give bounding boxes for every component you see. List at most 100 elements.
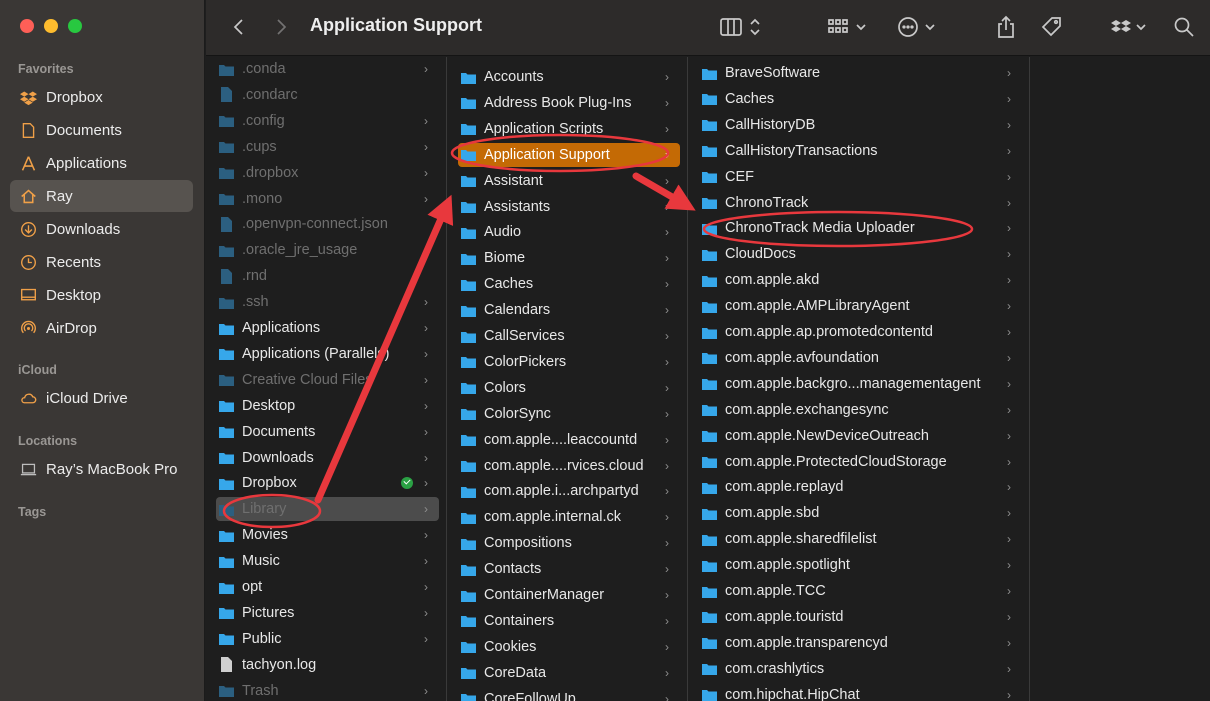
sidebar-item-dropbox[interactable]: Dropbox <box>10 81 193 113</box>
folder-row[interactable]: Music › <box>216 549 439 573</box>
file-row[interactable]: .condarc <box>216 83 439 107</box>
folder-row[interactable]: com.apple....rvices.cloud › <box>458 454 680 478</box>
folder-row[interactable]: com.hipchat.HipChat › <box>699 683 1022 701</box>
folder-row[interactable]: Applications › <box>216 316 439 340</box>
action-button[interactable] <box>896 14 940 40</box>
back-button[interactable] <box>228 14 250 40</box>
forward-button[interactable] <box>270 14 292 40</box>
folder-row[interactable]: com.apple.akd › <box>699 268 1022 292</box>
file-row[interactable]: .openvpn-connect.json <box>216 212 439 236</box>
folder-row[interactable]: com.apple.TCC › <box>699 579 1022 603</box>
folder-row[interactable]: Compositions › <box>458 531 680 555</box>
sidebar-item-applications[interactable]: Applications <box>10 147 193 179</box>
folder-row[interactable]: Calendars › <box>458 298 680 322</box>
folder-row[interactable]: CallServices › <box>458 324 680 348</box>
folder-row[interactable]: com.apple.exchangesync › <box>699 398 1022 422</box>
sidebar-item-recents[interactable]: Recents <box>10 246 193 278</box>
folder-row[interactable]: com.apple.internal.ck › <box>458 505 680 529</box>
folder-row[interactable]: .dropbox › <box>216 161 439 185</box>
group-button[interactable] <box>826 14 872 40</box>
folder-row[interactable]: com.apple.AMPLibraryAgent › <box>699 294 1022 318</box>
folder-row[interactable]: Movies › <box>216 523 439 547</box>
folder-row[interactable]: Creative Cloud Files › <box>216 368 439 392</box>
column-application-support: BraveSoftware › Caches › CallHistoryDB › CallH… <box>689 57 1030 701</box>
folder-row[interactable]: com.apple.i...archpartyd › <box>458 479 680 503</box>
folder-row[interactable]: Colors › <box>458 376 680 400</box>
folder-row[interactable]: Applications (Parallels) › <box>216 342 439 366</box>
folder-row[interactable]: com.apple.NewDeviceOutreach › <box>699 424 1022 448</box>
folder-row[interactable]: com.apple.backgro...managementagent › <box>699 372 1022 396</box>
zoom-window-button[interactable] <box>68 19 82 33</box>
folder-row[interactable]: Documents › <box>216 420 439 444</box>
folder-row[interactable]: Caches › <box>458 272 680 296</box>
folder-row[interactable]: opt › <box>216 575 439 599</box>
folder-icon <box>702 249 717 261</box>
sidebar-item-documents[interactable]: Documents <box>10 114 193 146</box>
folder-row[interactable]: Address Book Plug-Ins › <box>458 91 680 115</box>
folder-row[interactable]: Application Support › <box>458 142 680 167</box>
folder-row[interactable]: CallHistoryTransactions › <box>699 139 1022 163</box>
folder-row[interactable]: com.apple.sbd › <box>699 501 1022 525</box>
folder-row[interactable]: CoreFollowUp › <box>458 687 680 701</box>
folder-row[interactable]: CEF › <box>699 165 1022 189</box>
folder-row[interactable]: .mono › <box>216 187 439 211</box>
folder-row[interactable]: .conda › <box>216 57 439 81</box>
sidebar-item-macbook[interactable]: Ray’s MacBook Pro <box>10 453 193 485</box>
folder-row[interactable]: CallHistoryDB › <box>699 113 1022 137</box>
sidebar-item-downloads[interactable]: Downloads <box>10 213 193 245</box>
folder-row[interactable]: Assistants › <box>458 195 680 219</box>
folder-row[interactable]: Caches › <box>699 87 1022 111</box>
folder-row[interactable]: ContainerManager › <box>458 583 680 607</box>
folder-row[interactable]: com.apple.avfoundation › <box>699 346 1022 370</box>
folder-row[interactable]: .config › <box>216 109 439 133</box>
folder-row[interactable]: com.apple.ap.promotedcontentd › <box>699 320 1022 344</box>
folder-row[interactable]: com.apple.ProtectedCloudStorage › <box>699 450 1022 474</box>
folder-row[interactable]: Downloads › <box>216 446 439 470</box>
view-mode-button[interactable] <box>718 14 766 40</box>
folder-row[interactable]: ChronoTrack Media Uploader › <box>699 216 1022 240</box>
folder-row[interactable]: ChronoTrack › <box>699 191 1022 215</box>
folder-row[interactable]: Desktop › <box>216 394 439 418</box>
folder-row[interactable]: com.apple.spotlight › <box>699 553 1022 577</box>
folder-row[interactable]: Assistant › <box>458 169 680 193</box>
folder-row[interactable]: com.apple.replayd › <box>699 475 1022 499</box>
folder-row[interactable]: Audio › <box>458 220 680 244</box>
folder-row[interactable]: .ssh › <box>216 290 439 314</box>
folder-row[interactable]: CloudDocs › <box>699 242 1022 266</box>
sidebar-item-airdrop[interactable]: AirDrop <box>10 312 193 344</box>
dropbox-button[interactable] <box>1110 14 1150 40</box>
sidebar-item-ray[interactable]: Ray <box>10 180 193 212</box>
folder-row[interactable]: ColorPickers › <box>458 350 680 374</box>
folder-row[interactable]: Trash › <box>216 679 439 701</box>
folder-row[interactable]: Contacts › <box>458 557 680 581</box>
folder-row[interactable]: Dropbox › <box>216 471 439 495</box>
folder-row[interactable]: com.crashlytics › <box>699 657 1022 681</box>
folder-row[interactable]: Application Scripts › <box>458 117 680 141</box>
folder-row[interactable]: .cups › <box>216 135 439 159</box>
folder-row[interactable]: Pictures › <box>216 601 439 625</box>
folder-row[interactable]: Cookies › <box>458 635 680 659</box>
folder-row[interactable]: com.apple.touristd › <box>699 605 1022 629</box>
share-button[interactable] <box>994 14 1018 40</box>
folder-row[interactable]: Accounts › <box>458 65 680 89</box>
folder-row[interactable]: com.apple....leaccountd › <box>458 428 680 452</box>
file-row[interactable]: tachyon.log <box>216 653 439 677</box>
folder-row[interactable]: Containers › <box>458 609 680 633</box>
folder-row[interactable]: com.apple.sharedfilelist › <box>699 527 1022 551</box>
folder-row[interactable]: Biome › <box>458 246 680 270</box>
sidebar-item-desktop[interactable]: Desktop <box>10 279 193 311</box>
minimize-window-button[interactable] <box>44 19 58 33</box>
folder-row[interactable]: com.apple.transparencyd › <box>699 631 1022 655</box>
sidebar-item-icloud-drive[interactable]: iCloud Drive <box>10 382 193 414</box>
file-row[interactable]: .rnd <box>216 264 439 288</box>
tag-button[interactable] <box>1040 14 1064 40</box>
folder-row[interactable]: CoreData › <box>458 661 680 685</box>
folder-row[interactable]: .oracle_jre_usage › <box>216 238 439 262</box>
folder-row[interactable]: Public › <box>216 627 439 651</box>
search-button[interactable] <box>1172 14 1196 40</box>
folder-row[interactable]: Library › <box>216 497 439 522</box>
item-name: Caches <box>484 276 534 293</box>
close-window-button[interactable] <box>20 19 34 33</box>
folder-row[interactable]: ColorSync › <box>458 402 680 426</box>
folder-row[interactable]: BraveSoftware › <box>699 61 1022 85</box>
